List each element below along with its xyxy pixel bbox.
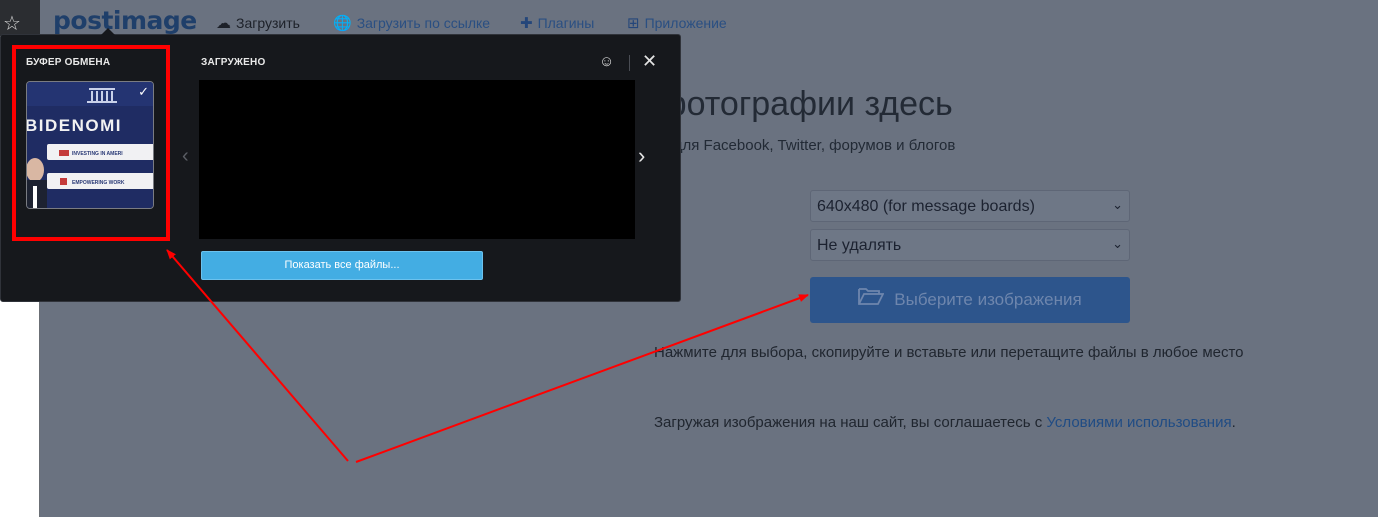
- thumbnail-image: BIDENOMI INVESTING IN AMERI EMPOWERING W…: [27, 82, 153, 208]
- close-icon[interactable]: ✕: [642, 51, 657, 72]
- show-all-files-button[interactable]: Показать все файлы...: [201, 251, 483, 280]
- star-outline-icon[interactable]: ☆: [3, 14, 21, 34]
- chevron-down-icon: ⌄: [1112, 197, 1123, 212]
- terms-text: Загружая изображения на наш сайт, вы сог…: [654, 414, 1236, 431]
- expire-select[interactable]: Не удалять ⌄: [810, 229, 1130, 261]
- chevron-down-icon: ⌄: [1112, 236, 1123, 251]
- thumbnail-headline: BIDENOMI: [27, 116, 122, 135]
- puzzle-icon: ✚: [520, 15, 533, 32]
- upload-hint: Нажмите для выбора, скопируйте и вставьт…: [654, 344, 1244, 361]
- nav-app[interactable]: ⊞ Приложение: [627, 14, 727, 32]
- cloud-upload-icon: ☁: [216, 15, 231, 32]
- uploaded-preview: [199, 80, 635, 239]
- clipboard-thumbnail[interactable]: BIDENOMI INVESTING IN AMERI EMPOWERING W…: [26, 81, 154, 209]
- terms-suffix: .: [1231, 414, 1236, 431]
- nav-upload[interactable]: ☁ Загрузить: [216, 14, 300, 32]
- clipboard-label: БУФЕР ОБМЕНА: [26, 57, 111, 68]
- size-select[interactable]: 640x480 (for message boards) ⌄: [810, 190, 1130, 222]
- uploaded-label: ЗАГРУЖЕНО: [201, 57, 266, 68]
- nav-upload-by-url[interactable]: 🌐 Загрузить по ссылке: [333, 14, 490, 32]
- globe-icon: 🌐: [333, 15, 352, 32]
- header-divider: [629, 55, 630, 71]
- nav-plugins-label: Плагины: [537, 15, 595, 31]
- nav-upload-label: Загрузить: [236, 15, 300, 31]
- nav-upload-by-url-label: Загрузить по ссылке: [356, 15, 491, 31]
- choose-images-button[interactable]: Выберите изображения: [810, 277, 1130, 323]
- windows-icon: ⊞: [627, 15, 640, 32]
- thumbnail-row2: EMPOWERING WORK: [72, 180, 125, 186]
- site-logo[interactable]: postimage: [53, 6, 197, 35]
- chevron-left-icon[interactable]: ‹: [182, 145, 189, 168]
- choose-images-label: Выберите изображения: [894, 290, 1082, 309]
- terms-prefix: Загружая изображения на наш сайт, вы сог…: [654, 414, 1047, 431]
- nav-app-label: Приложение: [644, 15, 727, 31]
- expire-select-value: Не удалять: [817, 237, 902, 254]
- terms-link[interactable]: Условиями использования: [1046, 414, 1231, 431]
- nav-plugins[interactable]: ✚ Плагины: [520, 14, 594, 32]
- smiley-icon[interactable]: ☺: [599, 53, 614, 70]
- folder-open-icon: [858, 278, 885, 324]
- checkmark-icon: ✓: [138, 84, 149, 99]
- popup-caret: [101, 28, 115, 35]
- chevron-right-icon[interactable]: ›: [638, 143, 645, 169]
- thumbnail-row1: INVESTING IN AMERI: [72, 151, 123, 157]
- size-select-value: 640x480 (for message boards): [817, 198, 1035, 215]
- clipboard-popup: БУФЕР ОБМЕНА ЗАГРУЖЕНО BIDENOMI INVESTIN…: [0, 28, 681, 302]
